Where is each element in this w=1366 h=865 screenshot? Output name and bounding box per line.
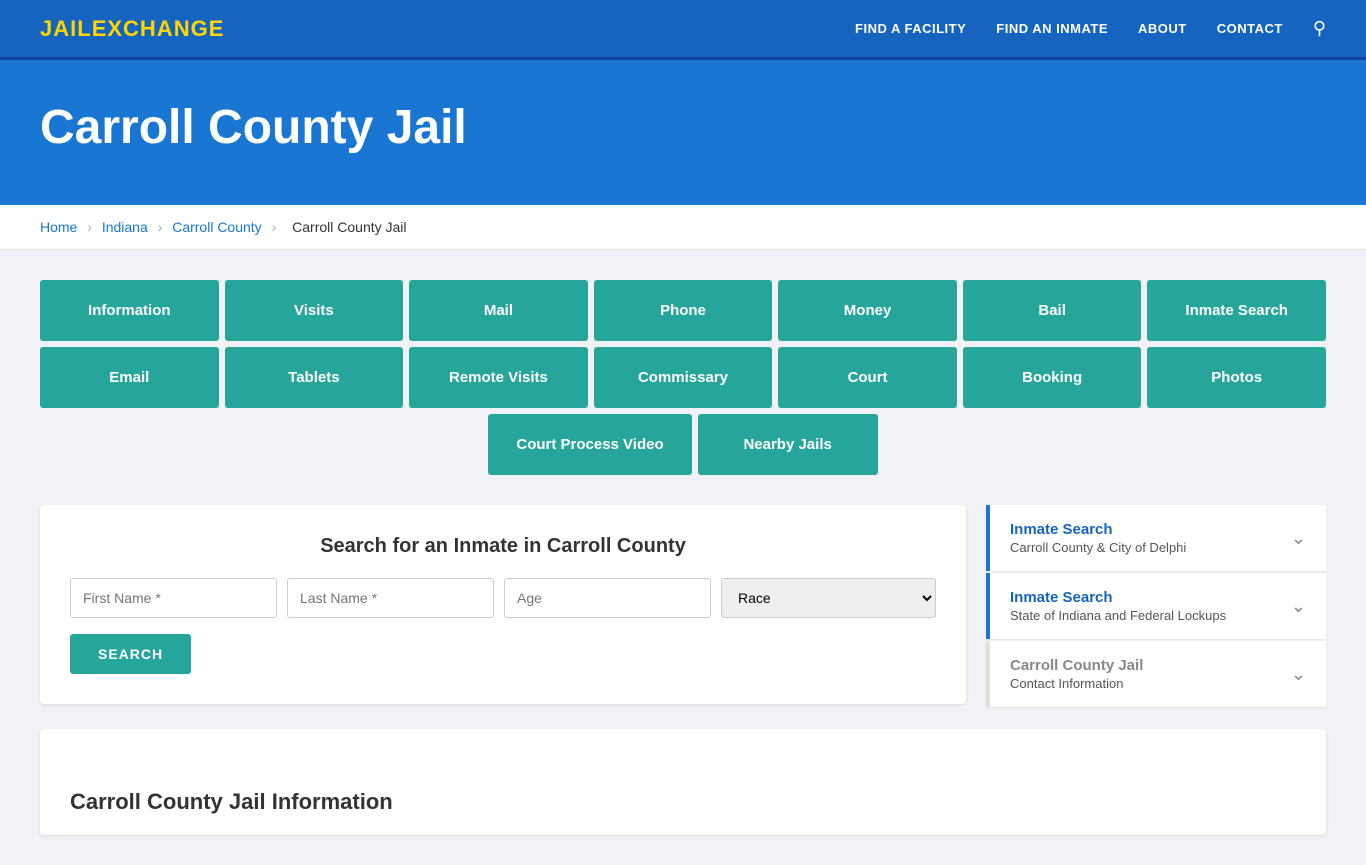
first-name-input[interactable] bbox=[70, 578, 277, 618]
nav-contact[interactable]: CONTACT bbox=[1217, 21, 1283, 36]
btn-court[interactable]: Court bbox=[778, 347, 957, 408]
sidebar-item-3[interactable]: Carroll County Jail Contact Information … bbox=[986, 641, 1326, 707]
breadcrumb-sep-1: › bbox=[87, 219, 92, 235]
last-name-input[interactable] bbox=[287, 578, 494, 618]
btn-visits[interactable]: Visits bbox=[225, 280, 404, 341]
breadcrumb-indiana[interactable]: Indiana bbox=[102, 219, 148, 235]
search-title: Search for an Inmate in Carroll County bbox=[70, 535, 936, 558]
nav-find-facility[interactable]: FIND A FACILITY bbox=[855, 21, 966, 36]
sidebar: Inmate Search Carroll County & City of D… bbox=[986, 505, 1326, 709]
btn-nearby-jails[interactable]: Nearby Jails bbox=[698, 414, 878, 475]
sidebar-item-2[interactable]: Inmate Search State of Indiana and Feder… bbox=[986, 573, 1326, 639]
navbar: JAILEXCHANGE FIND A FACILITY FIND AN INM… bbox=[0, 0, 1366, 60]
search-fields: Race White Black Hispanic Asian Other bbox=[70, 578, 936, 618]
btn-information[interactable]: Information bbox=[40, 280, 219, 341]
breadcrumb-current: Carroll County Jail bbox=[292, 219, 406, 235]
sidebar-item-3-title: Carroll County Jail bbox=[1010, 657, 1143, 674]
logo[interactable]: JAILEXCHANGE bbox=[40, 16, 224, 42]
race-select[interactable]: Race White Black Hispanic Asian Other bbox=[721, 578, 936, 618]
hero-section: Carroll County Jail bbox=[0, 60, 1366, 205]
info-section-title: Carroll County Jail Information bbox=[70, 779, 1296, 815]
nav-grid-row2: Email Tablets Remote Visits Commissary C… bbox=[40, 347, 1326, 408]
nav-links: FIND A FACILITY FIND AN INMATE ABOUT CON… bbox=[855, 18, 1326, 39]
nav-grid-row1: Information Visits Mail Phone Money Bail… bbox=[40, 280, 1326, 341]
sidebar-item-1-subtitle: Carroll County & City of Delphi bbox=[1010, 540, 1186, 555]
btn-remote-visits[interactable]: Remote Visits bbox=[409, 347, 588, 408]
sidebar-item-2-title: Inmate Search bbox=[1010, 589, 1226, 606]
search-icon[interactable]: ⚲ bbox=[1313, 18, 1326, 39]
age-input[interactable] bbox=[504, 578, 711, 618]
btn-bail[interactable]: Bail bbox=[963, 280, 1142, 341]
info-section: Carroll County Jail Information bbox=[40, 729, 1326, 835]
breadcrumb-sep-3: › bbox=[272, 219, 277, 235]
btn-photos[interactable]: Photos bbox=[1147, 347, 1326, 408]
logo-exchange: EXCHANGE bbox=[92, 16, 225, 41]
btn-mail[interactable]: Mail bbox=[409, 280, 588, 341]
btn-booking[interactable]: Booking bbox=[963, 347, 1142, 408]
sidebar-item-2-subtitle: State of Indiana and Federal Lockups bbox=[1010, 608, 1226, 623]
btn-commissary[interactable]: Commissary bbox=[594, 347, 773, 408]
sidebar-item-3-subtitle: Contact Information bbox=[1010, 676, 1143, 691]
btn-email[interactable]: Email bbox=[40, 347, 219, 408]
nav-grid-row3: Court Process Video Nearby Jails bbox=[40, 414, 1326, 475]
search-button[interactable]: SEARCH bbox=[70, 634, 191, 674]
breadcrumb-carroll-county[interactable]: Carroll County bbox=[172, 219, 261, 235]
breadcrumb-sep-2: › bbox=[158, 219, 163, 235]
btn-phone[interactable]: Phone bbox=[594, 280, 773, 341]
chevron-down-icon-3: ⌄ bbox=[1291, 664, 1306, 685]
btn-tablets[interactable]: Tablets bbox=[225, 347, 404, 408]
nav-about[interactable]: ABOUT bbox=[1138, 21, 1187, 36]
main-content: Information Visits Mail Phone Money Bail… bbox=[0, 250, 1366, 865]
chevron-down-icon-1: ⌄ bbox=[1291, 528, 1306, 549]
sidebar-item-1[interactable]: Inmate Search Carroll County & City of D… bbox=[986, 505, 1326, 571]
logo-jail: JAIL bbox=[40, 16, 92, 41]
nav-find-inmate[interactable]: FIND AN INMATE bbox=[996, 21, 1108, 36]
btn-inmate-search[interactable]: Inmate Search bbox=[1147, 280, 1326, 341]
inmate-search-box: Search for an Inmate in Carroll County R… bbox=[40, 505, 966, 704]
btn-money[interactable]: Money bbox=[778, 280, 957, 341]
breadcrumb: Home › Indiana › Carroll County › Carrol… bbox=[0, 205, 1366, 250]
content-row: Search for an Inmate in Carroll County R… bbox=[40, 505, 1326, 709]
btn-court-process-video[interactable]: Court Process Video bbox=[488, 414, 691, 475]
sidebar-item-1-title: Inmate Search bbox=[1010, 521, 1186, 538]
chevron-down-icon-2: ⌄ bbox=[1291, 596, 1306, 617]
breadcrumb-home[interactable]: Home bbox=[40, 219, 77, 235]
page-title: Carroll County Jail bbox=[40, 100, 1326, 155]
